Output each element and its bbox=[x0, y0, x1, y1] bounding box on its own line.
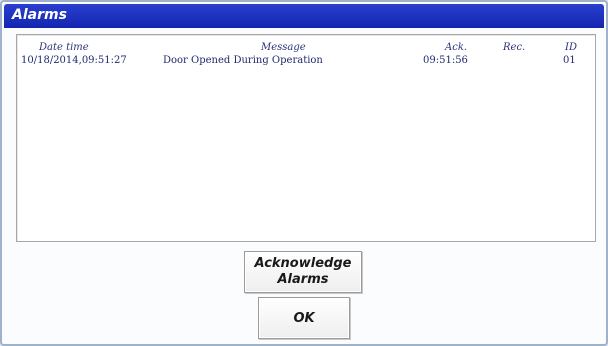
alarm-id: 01 bbox=[563, 55, 576, 66]
column-header-id: ID bbox=[565, 42, 577, 53]
column-header-rec: Rec. bbox=[503, 42, 526, 53]
column-header-date-time: Date time bbox=[39, 42, 89, 53]
title-bar: Alarms bbox=[4, 4, 604, 28]
alarm-list[interactable]: Date time Message Ack. Rec. ID 10/18/201… bbox=[16, 34, 596, 242]
window-title: Alarms bbox=[12, 7, 67, 23]
alarm-row[interactable]: 10/18/2014,09:51:27 Door Opened During O… bbox=[17, 55, 595, 69]
column-header-ack: Ack. bbox=[445, 42, 468, 53]
alarm-list-header: Date time Message Ack. Rec. ID bbox=[17, 42, 595, 56]
alarm-date-time: 10/18/2014,09:51:27 bbox=[21, 55, 127, 66]
alarm-ack-time: 09:51:56 bbox=[423, 55, 468, 66]
alarms-dialog: Alarms Date time Message Ack. Rec. ID 10… bbox=[0, 0, 608, 346]
acknowledge-label-line1: Acknowledge bbox=[254, 256, 352, 271]
acknowledge-label-line2: Alarms bbox=[277, 272, 329, 287]
alarm-message: Door Opened During Operation bbox=[163, 55, 323, 66]
ok-button[interactable]: OK bbox=[258, 297, 350, 339]
acknowledge-alarms-button[interactable]: Acknowledge Alarms bbox=[244, 251, 362, 293]
